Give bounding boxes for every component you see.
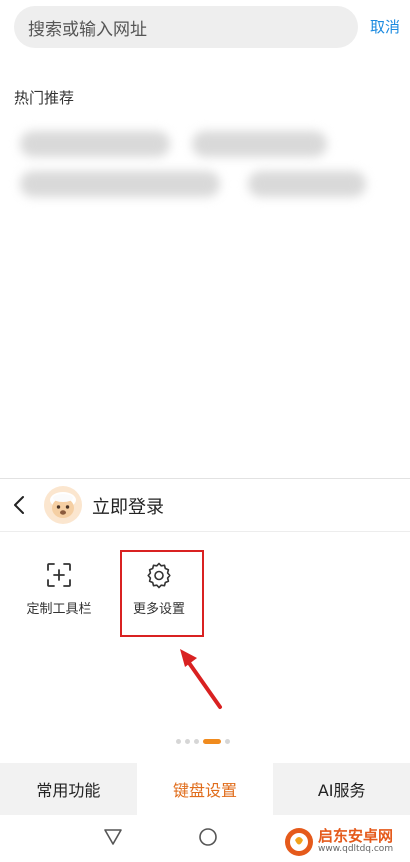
watermark-text: 启东安卓网 www.qdltdq.com [318, 828, 393, 854]
pointer-arrow-icon [180, 649, 222, 709]
hot-recommend-item[interactable] [192, 131, 327, 157]
page-indicator [176, 738, 230, 744]
tab-common-functions[interactable]: 常用功能 [0, 763, 137, 815]
highlight-box [120, 550, 204, 637]
page-dot [185, 738, 190, 744]
tab-bar: 常用功能 键盘设置 AI服务 [0, 763, 410, 815]
hot-recommend-item[interactable] [248, 171, 366, 197]
keyboard-panel: 立即登录 定制工具栏 更多设置 常用功能 键盘设置 AI服务 [0, 478, 410, 862]
tab-ai-services[interactable]: AI服务 [273, 763, 410, 815]
page-dot [225, 738, 230, 744]
page-dot [194, 738, 199, 744]
tab-keyboard-settings[interactable]: 键盘设置 [136, 763, 274, 815]
cancel-button[interactable]: 取消 [370, 16, 400, 37]
watermark-logo-icon [285, 827, 313, 856]
hot-recommend-item[interactable] [20, 131, 170, 157]
page-dot [176, 738, 181, 744]
nav-back-icon[interactable] [103, 827, 123, 847]
avatar[interactable] [44, 486, 82, 524]
page-dot-active [203, 738, 221, 744]
chevron-left-icon[interactable] [10, 494, 30, 516]
site-watermark: 启东安卓网 www.qdltdq.com [284, 822, 410, 861]
nav-home-icon[interactable] [198, 827, 218, 847]
hot-recommend-item[interactable] [20, 171, 220, 197]
search-placeholder: 搜索或输入网址 [28, 19, 147, 40]
add-square-icon [47, 563, 71, 587]
custom-toolbar-button[interactable]: 定制工具栏 [14, 561, 104, 617]
custom-toolbar-label: 定制工具栏 [26, 602, 92, 617]
login-link[interactable]: 立即登录 [92, 493, 164, 519]
avatar-face-icon [50, 492, 76, 518]
panel-header: 立即登录 [0, 479, 410, 532]
watermark-title: 启东安卓网 [318, 827, 394, 846]
hot-recommend-title: 热门推荐 [14, 89, 75, 107]
search-input[interactable]: 搜索或输入网址 [14, 6, 358, 48]
watermark-url: www.qdltdq.com [318, 843, 394, 854]
